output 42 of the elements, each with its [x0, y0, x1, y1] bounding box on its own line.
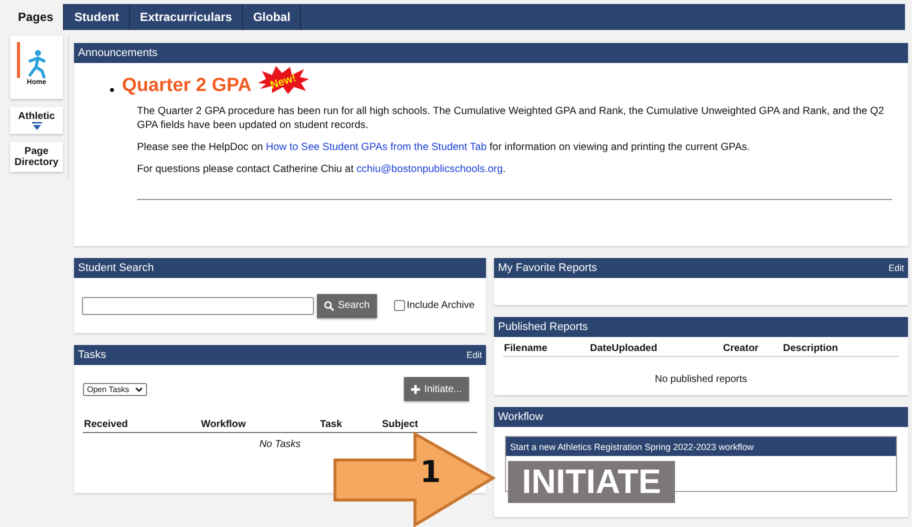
step-number: 1 — [420, 455, 441, 490]
column-header: DateUploaded — [590, 343, 658, 354]
checkbox-label: Include Archive — [406, 300, 475, 311]
empty-message: No published reports — [654, 374, 748, 385]
search-field[interactable] — [82, 296, 314, 314]
panel-title: Student Search — [78, 262, 154, 274]
panel-title: My Favorite Reports — [498, 262, 598, 274]
column-header: Task — [320, 419, 344, 430]
checkbox[interactable] — [394, 300, 405, 311]
announcement-headline: Quarter 2 GPA — [122, 75, 252, 97]
workflow-title: Start a new Athletics Registration Spring 2022-2023 workflow — [510, 442, 754, 452]
panel-title: Published Reports — [498, 321, 588, 333]
tab[interactable]: Pages — [8, 4, 64, 30]
empty-message: No Tasks — [259, 439, 301, 450]
column-header: Description — [783, 343, 840, 354]
column-header: Workflow — [201, 419, 247, 430]
search-icon — [324, 300, 334, 310]
edit-link[interactable]: Edit — [466, 350, 482, 360]
search-button[interactable]: Search — [317, 294, 377, 318]
runner-icon — [26, 49, 48, 79]
chevron-icon — [135, 386, 144, 392]
announcement-text: Please see the HelpDoc on How to See Student GPAs from the Student Tab for information on viewing and printing the current GPAs. — [137, 141, 751, 155]
announcement-text: For questions please contact Catherine Chiu at cchiu@bostonpublicschools.org. — [137, 163, 507, 177]
task-filter-dropdown[interactable]: Open Tasks — [83, 382, 148, 396]
link[interactable]: How to See Student GPAs from the Student Tab — [266, 142, 487, 153]
column-header: Received — [84, 419, 129, 430]
panel-title: Announcements — [78, 47, 158, 59]
panel-title: Workflow — [498, 411, 544, 423]
panel-title: Tasks — [78, 349, 106, 361]
column-header: Filename — [504, 343, 548, 354]
caret-icon — [32, 122, 42, 130]
link[interactable]: cchiu@bostonpublicschools.org — [356, 164, 503, 175]
sidebar-item[interactable]: Athletic — [10, 107, 63, 134]
initiate-button[interactable]: Initiate... — [404, 377, 469, 401]
announcement-text: The Quarter 2 GPA procedure has been run for all high schools. The Cumulative Weighted GPA and Rank, the Cumulative Unweighted GPA and Rank, and the Q2 GPA fields have been updated on student records. — [137, 105, 886, 133]
new-badge: New! — [256, 65, 310, 95]
sidebar-item[interactable]: Page Directory — [10, 142, 63, 172]
edit-link[interactable]: Edit — [888, 263, 904, 273]
initiate-button[interactable]: INITIATE — [508, 461, 675, 503]
plus-icon — [411, 384, 420, 394]
column-header: Creator — [723, 343, 760, 354]
column-header: Subject — [382, 419, 420, 430]
